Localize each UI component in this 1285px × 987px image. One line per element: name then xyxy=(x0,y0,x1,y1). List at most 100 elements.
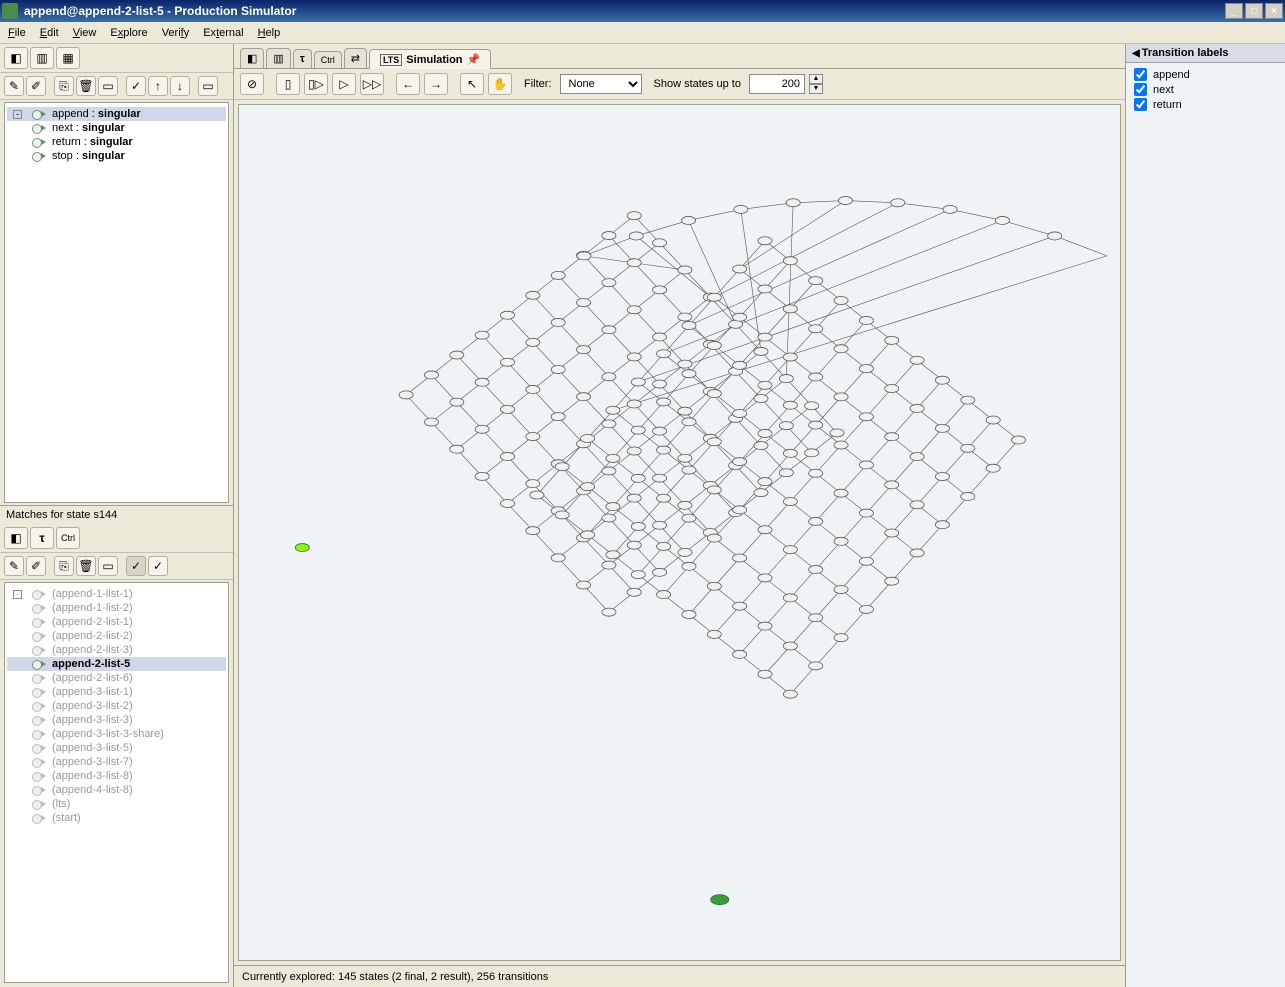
matches-delete-icon[interactable]: 🗑 xyxy=(76,556,96,576)
matches-rename-icon[interactable]: ▭ xyxy=(98,556,118,576)
menu-file[interactable]: File xyxy=(8,27,26,39)
up-icon[interactable]: ↑ xyxy=(148,76,168,96)
down-icon[interactable]: ↓ xyxy=(170,76,190,96)
match-label: (append-1-list-2) xyxy=(52,602,133,614)
match-item[interactable]: (append-4-list-8) xyxy=(7,783,226,797)
show-states-input[interactable] xyxy=(749,74,805,94)
match-item[interactable]: (append-2-list-3) xyxy=(7,643,226,657)
pan-icon[interactable]: ✋ xyxy=(488,73,512,95)
match-icon xyxy=(32,602,46,614)
match-item[interactable]: (append-2-list-1) xyxy=(7,615,226,629)
match-item[interactable]: (append-1-list-2) xyxy=(7,601,226,615)
match-label: (lts) xyxy=(52,798,70,810)
lts-badge-icon: LTS xyxy=(380,54,402,66)
checkbox-append[interactable] xyxy=(1134,68,1147,81)
checkbox-return[interactable] xyxy=(1134,98,1147,111)
filter-select[interactable]: None xyxy=(560,74,642,94)
delete-icon[interactable]: 🗑 xyxy=(76,76,96,96)
match-label: (append-2-list-6) xyxy=(52,672,133,684)
match-item[interactable]: (append-3-list-3) xyxy=(7,713,226,727)
show-states-spinner: ▲ ▼ xyxy=(809,74,823,94)
match-item[interactable]: (append-2-list-2) xyxy=(7,629,226,643)
transition-label-next: next xyxy=(1134,82,1277,97)
match-item[interactable]: (append-2-list-6) xyxy=(7,671,226,685)
view-mode-2-icon[interactable]: ▥ xyxy=(30,47,54,69)
match-icon xyxy=(32,672,46,684)
match-label: (append-1-list-1) xyxy=(52,588,133,600)
matches-view-2-icon[interactable]: τ xyxy=(30,527,54,549)
matches-apply-icon[interactable]: ✓ xyxy=(126,556,146,576)
matches-apply2-icon[interactable]: ✓ xyxy=(148,556,168,576)
tab-simulation-label: Simulation xyxy=(406,54,462,66)
menu-explore[interactable]: Explore xyxy=(110,27,147,39)
menu-help[interactable]: Help xyxy=(258,27,281,39)
close-button[interactable]: × xyxy=(1265,3,1283,19)
filter-label: Filter: xyxy=(524,78,552,90)
spinner-up-icon[interactable]: ▲ xyxy=(809,74,823,84)
tab-graph-1-icon[interactable]: ◧ xyxy=(240,48,264,68)
match-icon xyxy=(32,798,46,810)
menu-view[interactable]: View xyxy=(73,27,97,39)
match-item[interactable]: (append-3-list-8) xyxy=(7,769,226,783)
view-mode-3-icon[interactable]: ▦ xyxy=(56,47,80,69)
match-item[interactable]: (append-3-list-1) xyxy=(7,685,226,699)
match-label: (append-2-list-3) xyxy=(52,644,133,656)
match-item[interactable]: (lts) xyxy=(7,797,226,811)
stop-icon[interactable]: ⊘ xyxy=(240,73,264,95)
pointer-icon[interactable]: ↖ xyxy=(460,73,484,95)
rename-icon[interactable]: ▭ xyxy=(98,76,118,96)
match-item[interactable]: (append-3-list-2) xyxy=(7,699,226,713)
maximize-button[interactable]: □ xyxy=(1245,3,1263,19)
pin-icon[interactable]: 📌 xyxy=(467,53,481,66)
new-icon[interactable]: ✎ xyxy=(4,76,24,96)
checkbox-next[interactable] xyxy=(1134,83,1147,96)
transition-labels-header[interactable]: ◀ Transition labels xyxy=(1126,44,1285,63)
menu-edit[interactable]: Edit xyxy=(40,27,59,39)
tab-tau-icon[interactable]: τ xyxy=(293,49,312,68)
expander-icon[interactable]: - xyxy=(13,590,22,599)
tab-graph-2-icon[interactable]: ▥ xyxy=(266,48,290,68)
match-item[interactable]: (append-3-list-7) xyxy=(7,755,226,769)
tab-ctrl-icon[interactable]: Ctrl xyxy=(314,51,342,68)
rule-icon xyxy=(32,108,46,120)
rule-item-return[interactable]: return : singular xyxy=(7,135,226,149)
tab-link-icon[interactable]: ⇄ xyxy=(344,48,367,68)
rule-item-append[interactable]: - append : singular xyxy=(7,107,226,121)
menu-external[interactable]: External xyxy=(203,27,243,39)
tab-lts-simulation[interactable]: LTS Simulation 📌 xyxy=(369,49,491,69)
view-mode-1-icon[interactable]: ◧ xyxy=(4,47,28,69)
menu-verify[interactable]: Verify xyxy=(162,27,190,39)
check-icon[interactable]: ✓ xyxy=(126,76,146,96)
back-icon[interactable]: ← xyxy=(396,73,420,95)
match-item[interactable]: (append-3-list-5) xyxy=(7,741,226,755)
match-item[interactable]: - (append-1-list-1) xyxy=(7,587,226,601)
fast-icon[interactable]: ▷▷ xyxy=(360,73,384,95)
copy-icon[interactable]: ⎘ xyxy=(54,76,74,96)
rule-label: append : singular xyxy=(52,108,141,120)
rule-item-next[interactable]: next : singular xyxy=(7,121,226,135)
matches-new-icon[interactable]: ✎ xyxy=(4,556,24,576)
match-item[interactable]: (append-3-list-3-share) xyxy=(7,727,226,741)
collapse-icon[interactable]: ▭ xyxy=(198,76,218,96)
expander-icon[interactable]: - xyxy=(13,110,22,119)
match-icon xyxy=(32,700,46,712)
matches-copy-icon[interactable]: ⎘ xyxy=(54,556,74,576)
match-icon xyxy=(32,812,46,824)
matches-view-1-icon[interactable]: ◧ xyxy=(4,527,28,549)
rule-item-stop[interactable]: stop : singular xyxy=(7,149,226,163)
matches-edit-icon[interactable]: ✐ xyxy=(26,556,46,576)
spinner-down-icon[interactable]: ▼ xyxy=(809,84,823,94)
step-icon[interactable]: ▯▷ xyxy=(304,73,328,95)
matches-view-3-icon[interactable]: Ctrl xyxy=(56,527,80,549)
forward-icon[interactable]: → xyxy=(424,73,448,95)
minimize-button[interactable]: _ xyxy=(1225,3,1243,19)
match-item[interactable]: append-2-list-5 xyxy=(7,657,226,671)
graph-canvas[interactable] xyxy=(238,104,1121,961)
pause-icon[interactable]: ▯ xyxy=(276,73,300,95)
match-label: (append-3-list-5) xyxy=(52,742,133,754)
label-return: return xyxy=(1153,99,1182,111)
match-label: (append-3-list-3-share) xyxy=(52,728,164,740)
match-item[interactable]: (start) xyxy=(7,811,226,825)
edit-icon[interactable]: ✐ xyxy=(26,76,46,96)
play-icon[interactable]: ▷ xyxy=(332,73,356,95)
